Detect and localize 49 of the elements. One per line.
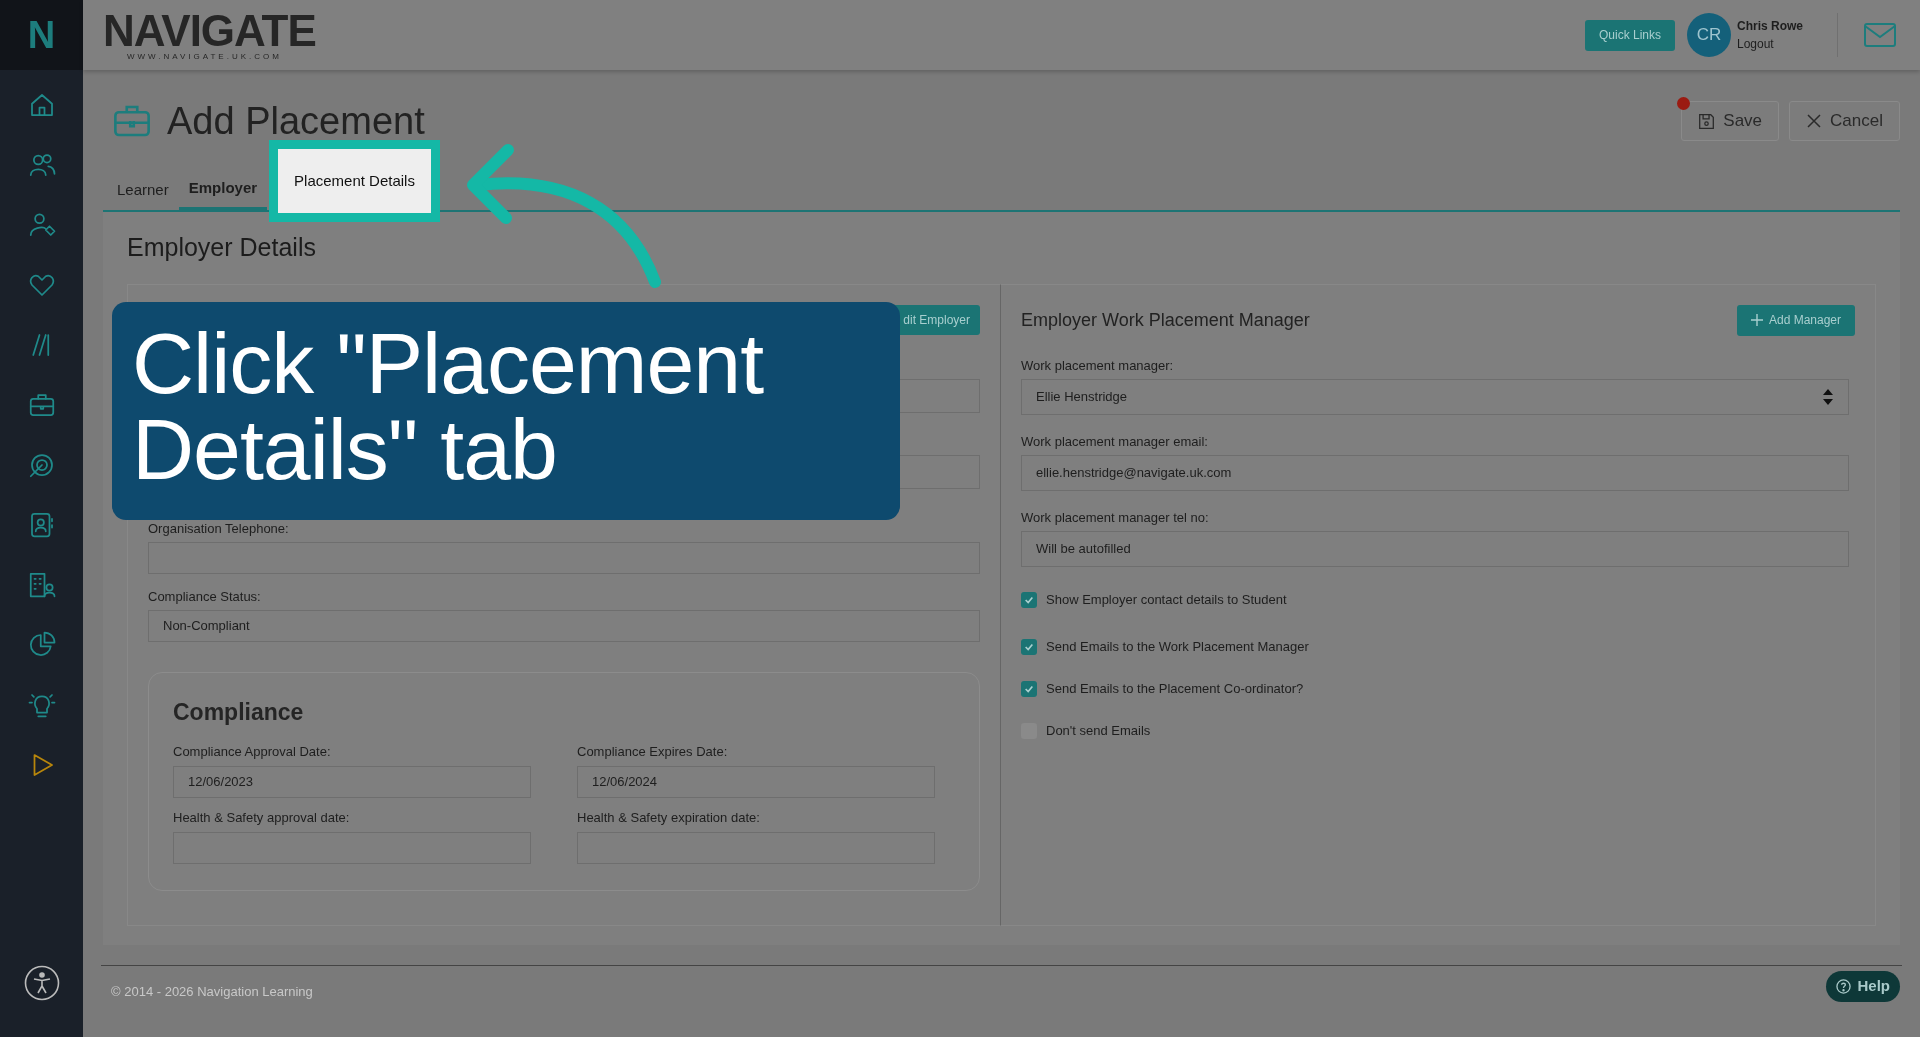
field-label: Compliance Expires Date: [577, 743, 729, 761]
checkbox-label: Don't send Emails [1046, 722, 1151, 741]
logout-link[interactable]: Logout [1737, 35, 1803, 53]
accessibility-icon[interactable] [23, 965, 60, 1001]
input-field[interactable]: 12/06/2024 [577, 765, 935, 798]
add-manager-button[interactable]: Add Manager [1736, 304, 1855, 336]
compliance-title: Compliance [173, 698, 305, 727]
field-label: Health & Safety expiration date: [577, 809, 761, 827]
cancel-button[interactable]: Cancel [1789, 101, 1900, 141]
logo-url: WWW.NAVIGATE.UK.COM [126, 53, 283, 61]
checkbox-label: Send Emails to the Work Placement Manager [1046, 638, 1309, 657]
field-label: Organisation Telephone: [148, 520, 290, 538]
save-icon [1698, 112, 1716, 130]
input-field[interactable]: ellie.henstridge@navigate.uk.com [1021, 455, 1849, 491]
checkbox[interactable] [1021, 592, 1037, 608]
input-field[interactable]: Will be autofilled [1021, 531, 1849, 567]
check-icon [1024, 684, 1034, 694]
field-label: Work placement manager: [1021, 357, 1175, 375]
check-icon [1024, 595, 1034, 605]
help-icon [1836, 978, 1852, 994]
avatar[interactable]: CR [1687, 13, 1731, 57]
logo[interactable]: NAVIGATE [103, 9, 316, 53]
sort-arrows-icon [1822, 388, 1834, 406]
plus-icon [1750, 314, 1763, 326]
field-label: Health & Safety approval date: [173, 809, 351, 827]
select-field[interactable]: Ellie Henstridge [1021, 379, 1849, 415]
checkbox[interactable] [1021, 639, 1037, 655]
quick-links-button[interactable]: Quick Links [1584, 19, 1675, 51]
close-icon [1806, 113, 1823, 129]
input-field[interactable]: Non-Compliant [148, 610, 980, 642]
panel-title: Employer Work Placement Manager [1021, 308, 1310, 332]
checkbox[interactable] [1021, 681, 1037, 697]
copyright-text: © 2014 - 2026 Navigation Learning [111, 983, 313, 1002]
input-field[interactable]: 12/06/2023 [173, 765, 531, 798]
field-label: Compliance Status: [148, 588, 262, 606]
section-title: Employer Details [127, 232, 317, 264]
field-label: Work placement manager tel no: [1021, 509, 1210, 527]
edit-employer-button[interactable]: dit Employer [893, 305, 980, 335]
save-button[interactable]: Save [1681, 101, 1780, 141]
callout: Click "Placement Details" tab [112, 302, 900, 520]
tab[interactable]: Placement Details [269, 140, 440, 222]
checkbox-label: Show Employer contact details to Student [1046, 591, 1287, 610]
help-button[interactable]: Help [1826, 970, 1900, 1002]
checkbox-label: Send Emails to the Placement Co-ordinator? [1046, 680, 1304, 699]
user-name: Chris Rowe [1737, 18, 1803, 35]
tab[interactable]: Learner [107, 170, 179, 210]
field-label: Compliance Approval Date: [173, 743, 332, 761]
field-label: Work placement manager email: [1021, 433, 1209, 451]
check-icon [1024, 642, 1034, 652]
